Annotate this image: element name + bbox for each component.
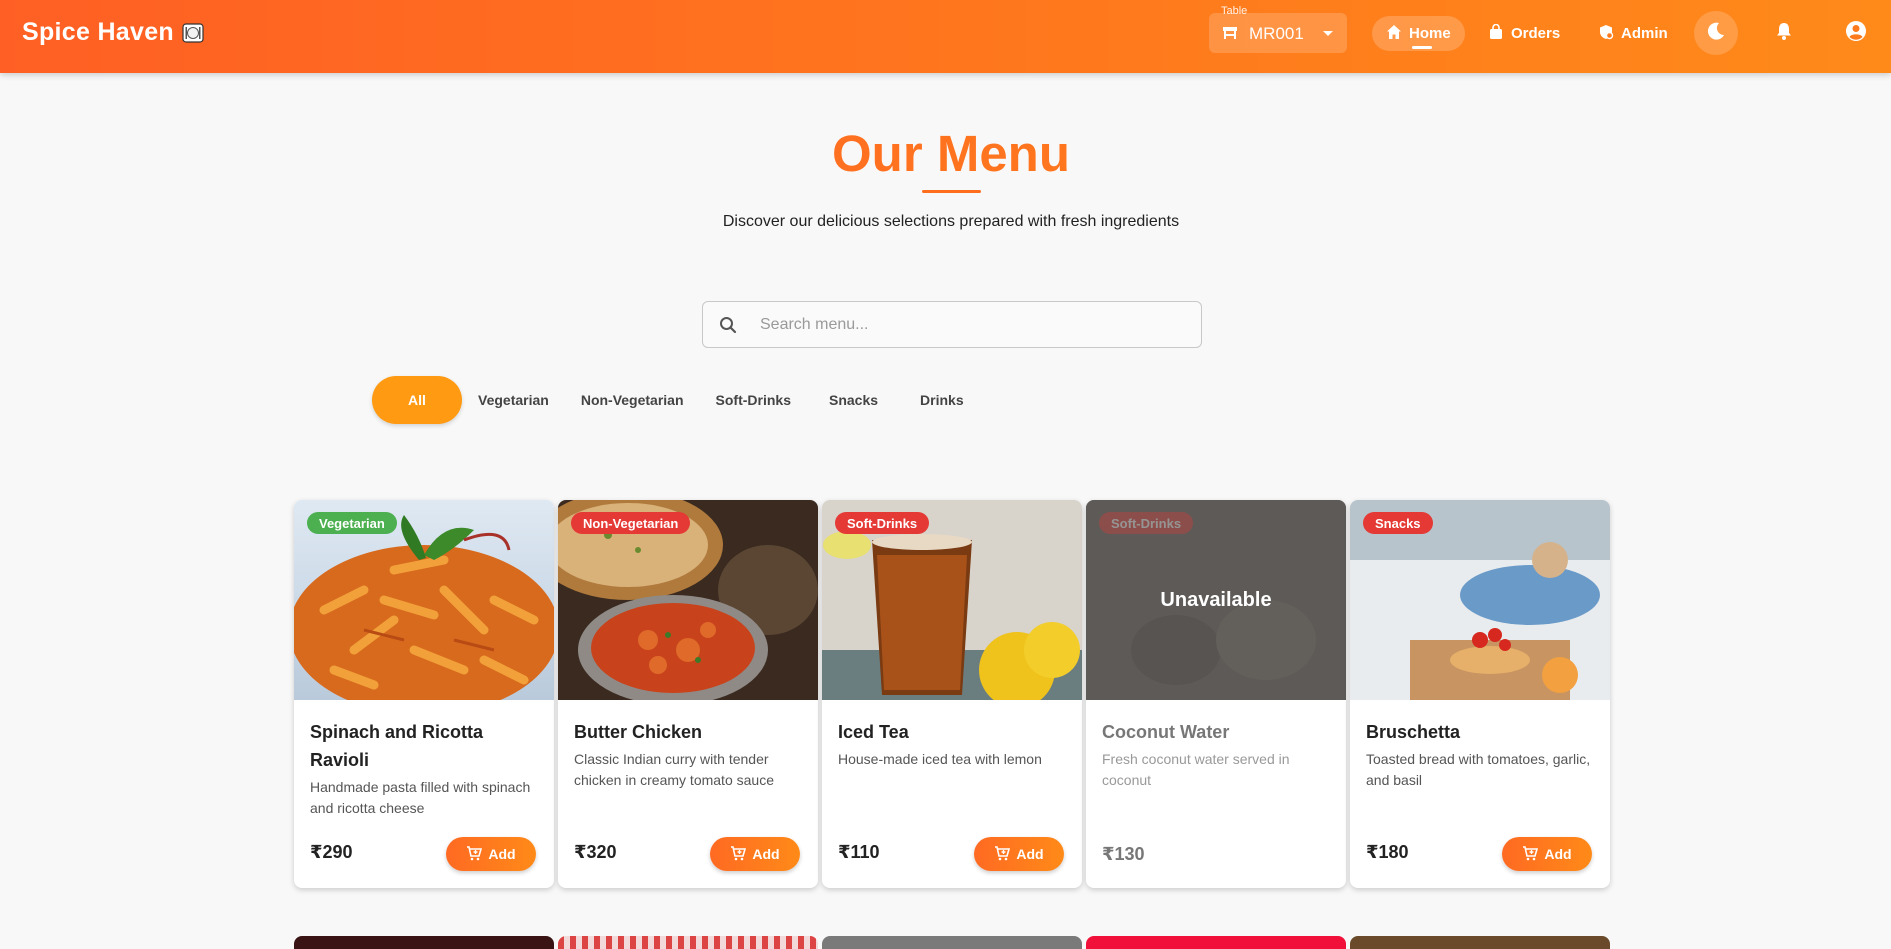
search-icon	[719, 316, 737, 339]
item-name: Spinach and Ricotta Ravioli	[310, 722, 484, 770]
item-price: ₹180	[1366, 842, 1409, 862]
add-to-cart-button[interactable]: Add	[974, 837, 1064, 871]
search-input[interactable]	[760, 302, 1180, 347]
title-underline	[922, 190, 981, 193]
nav-admin-label: Admin	[1621, 25, 1668, 42]
nav-orders-label: Orders	[1511, 25, 1561, 42]
brand-name: Spice Haven	[22, 18, 174, 46]
menu-item-card[interactable]: Non-Vegetarian Butter Chicken Classic In…	[558, 500, 818, 888]
top-app-bar: Spice Haven Table MR001 Home Orders Admi…	[0, 0, 1891, 73]
table-select[interactable]: Table MR001	[1209, 5, 1347, 53]
item-description: Classic Indian curry with tender chicken…	[574, 751, 774, 788]
page-title: Our Menu	[0, 124, 1891, 183]
item-description: Fresh coconut water served in coconut	[1102, 751, 1290, 788]
item-description: House-made iced tea with lemon	[838, 751, 1042, 767]
nav-orders[interactable]: Orders	[1474, 16, 1574, 51]
add-button-label: Add	[488, 846, 516, 862]
item-price: ₹290	[310, 842, 353, 862]
cart-plus-icon	[730, 845, 747, 864]
menu-item-card-partial[interactable]	[822, 936, 1082, 949]
menu-item-card-partial[interactable]	[558, 936, 818, 949]
filter-non-vegetarian[interactable]: Non-Vegetarian	[565, 376, 700, 424]
cart-plus-icon	[466, 845, 483, 864]
brand[interactable]: Spice Haven	[22, 18, 204, 47]
search-box	[702, 301, 1202, 348]
account-circle-icon	[1845, 20, 1867, 47]
table-select-value: MR001	[1249, 24, 1304, 43]
category-badge: Non-Vegetarian	[571, 512, 691, 534]
item-description: Handmade pasta filled with spinach and r…	[310, 779, 531, 816]
add-to-cart-button[interactable]: Add	[1502, 837, 1592, 871]
add-to-cart-button[interactable]: Add	[710, 837, 800, 871]
nav-active-indicator	[1412, 46, 1432, 49]
cart-plus-icon	[1522, 845, 1539, 864]
category-badge: Soft-Drinks	[835, 512, 930, 534]
item-price: ₹110	[838, 842, 880, 862]
menu-item-card-partial[interactable]	[1086, 936, 1346, 949]
notifications-button[interactable]	[1762, 11, 1806, 55]
add-to-cart-button[interactable]: Add	[446, 837, 536, 871]
bell-icon	[1774, 21, 1794, 46]
nav-admin[interactable]: Admin	[1584, 16, 1682, 51]
filter-all[interactable]: All	[372, 376, 462, 424]
page-subtitle: Discover our delicious selections prepar…	[722, 213, 1180, 230]
menu-item-card: Unavailable Soft-Drinks Coconut Water Fr…	[1086, 500, 1346, 888]
bag-icon	[1488, 23, 1504, 44]
admin-shield-icon	[1598, 24, 1614, 44]
menu-item-card[interactable]: Soft-Drinks Iced Tea House-made iced tea…	[822, 500, 1082, 888]
category-badge: Soft-Drinks	[1099, 512, 1194, 534]
chevron-down-icon	[1323, 31, 1333, 36]
plate-cutlery-icon	[182, 22, 204, 44]
item-price: ₹130	[1102, 844, 1145, 864]
theme-toggle-button[interactable]	[1694, 11, 1738, 55]
table-select-label: Table	[1221, 5, 1248, 17]
menu-item-card-partial[interactable]	[1350, 936, 1610, 949]
cart-plus-icon	[994, 845, 1011, 864]
filter-vegetarian[interactable]: Vegetarian	[462, 376, 565, 424]
menu-item-card[interactable]: Snacks Bruschetta Toasted bread with tom…	[1350, 500, 1610, 888]
category-badge: Vegetarian	[307, 512, 397, 534]
filter-drinks[interactable]: Drinks	[900, 376, 984, 424]
table-icon	[1222, 25, 1238, 46]
menu-item-card[interactable]: Vegetarian Spinach and Ricotta Ravioli H…	[294, 500, 554, 888]
add-button-label: Add	[752, 846, 780, 862]
category-filter-tabs: All Vegetarian Non-Vegetarian Soft-Drink…	[372, 376, 984, 424]
add-button-label: Add	[1544, 846, 1572, 862]
nav-home[interactable]: Home	[1372, 16, 1465, 51]
add-button-label: Add	[1016, 846, 1044, 862]
item-price: ₹320	[574, 842, 617, 862]
item-name: Iced Tea	[838, 722, 909, 742]
filter-soft-drinks[interactable]: Soft-Drinks	[700, 376, 807, 424]
account-button[interactable]	[1834, 11, 1878, 55]
filter-snacks[interactable]: Snacks	[807, 376, 900, 424]
item-description: Toasted bread with tomatoes, garlic, and…	[1366, 751, 1591, 788]
moon-icon	[1705, 20, 1727, 47]
home-icon	[1386, 24, 1402, 44]
item-name: Butter Chicken	[574, 722, 703, 742]
item-name: Coconut Water	[1102, 722, 1230, 742]
category-badge: Snacks	[1363, 512, 1433, 534]
menu-item-card-partial[interactable]	[294, 936, 554, 949]
item-name: Bruschetta	[1366, 722, 1461, 742]
nav-home-label: Home	[1409, 25, 1451, 42]
